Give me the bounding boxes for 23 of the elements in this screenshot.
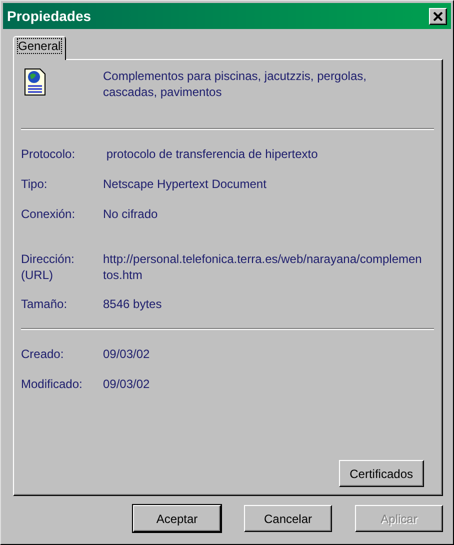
field-label: Creado: [21,346,65,363]
dialog-button[interactable]: Aceptar [133,505,221,532]
page-description: Complementos para piscinas, jacutzzis, pergolas, cascadas, pavimentos [103,68,368,101]
certificates-button[interactable]: Certificados [338,460,424,487]
tab[interactable]: General [13,36,66,60]
field-label: Tipo: [21,176,48,193]
close-button[interactable] [429,8,447,24]
close-icon [433,12,443,20]
field-value: http://personal.telefonica.terra.es/web/narayana/complementos.htm [103,251,423,284]
field-label: Tamaño: [21,296,68,313]
field-value: Netscape Hypertext Document [103,176,268,193]
field-value: 09/03/02 [103,376,151,393]
dialog-button[interactable]: Cancelar [244,505,332,532]
field-value: 8546 bytes [103,296,163,313]
field-label: Dirección: (URL) [21,251,76,284]
field-label: Modificado: [21,376,84,393]
web-document-icon [24,68,46,96]
field-label: Conexión: [21,206,76,223]
field-value: 09/03/02 [103,346,151,363]
window-title: Propiedades [7,8,92,24]
field-label: Protocolo: [21,146,76,163]
field-value: No cifrado [103,206,159,223]
field-value: protocolo de transferencia de hipertexto [105,146,319,163]
